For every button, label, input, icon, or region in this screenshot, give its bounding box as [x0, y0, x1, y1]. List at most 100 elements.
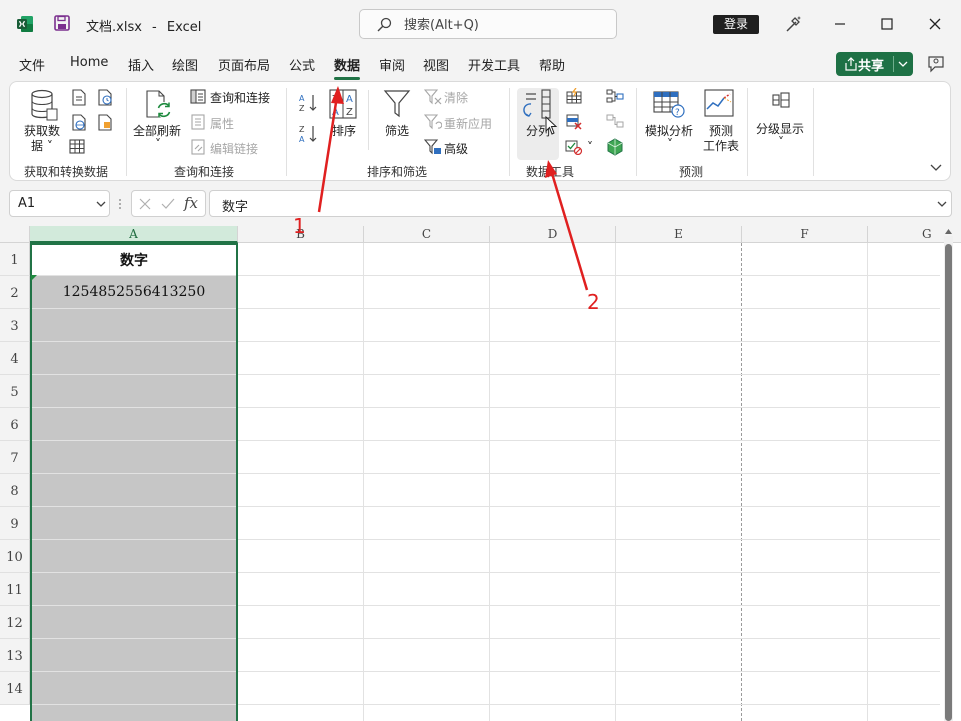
- data-validation-icon[interactable]: [565, 139, 583, 155]
- outline-dropdown[interactable]: ˅: [778, 135, 784, 149]
- data-model-icon[interactable]: [606, 138, 624, 156]
- row-header-8[interactable]: 8: [0, 474, 30, 507]
- get-data-label-2[interactable]: 据 ˅: [31, 137, 53, 154]
- worksheet-grid[interactable]: A B C D E F G 1 2 3 4 5 6 7 8 9 10 11 12…: [0, 226, 961, 721]
- minimize-icon[interactable]: [830, 14, 850, 34]
- filter-button[interactable]: 筛选: [385, 122, 409, 139]
- select-all-corner[interactable]: [0, 226, 30, 243]
- reapply-icon: [424, 114, 442, 130]
- queries-connections-button[interactable]: 查询和连接: [210, 89, 270, 106]
- group-label-data-tools: 数据工具: [526, 165, 575, 179]
- column-header-c[interactable]: C: [364, 226, 490, 243]
- maximize-icon[interactable]: [877, 14, 897, 34]
- row-header-11[interactable]: 11: [0, 573, 30, 606]
- chevron-down-icon[interactable]: [96, 201, 106, 207]
- vertical-scrollbar-thumb[interactable]: [945, 244, 952, 721]
- reapply-button[interactable]: 重新应用: [444, 115, 492, 132]
- vertical-scrollbar[interactable]: [944, 236, 953, 721]
- scroll-up-icon[interactable]: [945, 229, 952, 234]
- column-header-e[interactable]: E: [616, 226, 742, 243]
- name-box[interactable]: A1: [9, 190, 110, 217]
- what-if-analysis-icon[interactable]: ?: [653, 89, 685, 119]
- row-header-12[interactable]: 12: [0, 606, 30, 639]
- tab-view[interactable]: 视图: [423, 55, 449, 74]
- enter-check-icon[interactable]: [161, 198, 175, 210]
- row-header-7[interactable]: 7: [0, 441, 30, 474]
- advanced-filter-icon: [424, 139, 441, 155]
- annotation-label-1: 1: [293, 214, 306, 238]
- row-header-4[interactable]: 4: [0, 342, 30, 375]
- data-validation-dropdown[interactable]: ˅: [587, 140, 593, 154]
- row-header-13[interactable]: 13: [0, 639, 30, 672]
- tab-developer[interactable]: 开发工具: [468, 55, 520, 74]
- forecast-sheet-button-2[interactable]: 工作表: [703, 137, 739, 154]
- tab-review[interactable]: 审阅: [379, 55, 405, 74]
- chevron-down-icon[interactable]: [898, 61, 908, 67]
- database-icon[interactable]: [30, 89, 58, 121]
- column-header-d[interactable]: D: [490, 226, 616, 243]
- from-table-icon[interactable]: [69, 139, 85, 154]
- tab-formulas[interactable]: 公式: [289, 55, 315, 74]
- magic-wand-icon[interactable]: [783, 14, 803, 34]
- tab-data[interactable]: 数据: [334, 55, 361, 80]
- sort-ascending-icon[interactable]: A Z: [298, 93, 320, 113]
- close-icon[interactable]: [925, 14, 945, 34]
- forecast-sheet-icon[interactable]: [704, 89, 734, 117]
- row-header-5[interactable]: 5: [0, 375, 30, 408]
- row-header-6[interactable]: 6: [0, 408, 30, 441]
- tab-home[interactable]: Home: [70, 55, 108, 70]
- row-header-2[interactable]: 2: [0, 276, 30, 309]
- formula-input[interactable]: 数字: [209, 190, 952, 217]
- sort-button[interactable]: 排序: [332, 122, 356, 139]
- edit-links-button[interactable]: 编辑链接: [210, 140, 258, 157]
- row-header-14[interactable]: 14: [0, 672, 30, 705]
- search-box[interactable]: [359, 9, 617, 39]
- tab-insert[interactable]: 插入: [128, 55, 154, 74]
- column-header-a[interactable]: A: [30, 226, 238, 243]
- what-if-dropdown[interactable]: ˅: [667, 137, 673, 151]
- column-header-f[interactable]: F: [742, 226, 868, 243]
- mouse-cursor-icon: [545, 116, 558, 135]
- from-text-icon[interactable]: [71, 89, 87, 106]
- share-button[interactable]: 共享: [836, 52, 913, 76]
- login-button[interactable]: 登录: [713, 15, 759, 34]
- flash-fill-icon[interactable]: [566, 88, 582, 104]
- clear-button[interactable]: 清除: [444, 89, 468, 106]
- tab-draw[interactable]: 绘图: [172, 55, 198, 74]
- row-header-9[interactable]: 9: [0, 507, 30, 540]
- advanced-button[interactable]: 高级: [444, 140, 468, 157]
- search-input[interactable]: [404, 15, 604, 35]
- sort-icon[interactable]: A Z Z A: [329, 89, 357, 119]
- collapse-ribbon-icon[interactable]: [930, 164, 942, 172]
- error-indicator-icon[interactable]: [31, 275, 37, 281]
- row-header-10[interactable]: 10: [0, 540, 30, 573]
- tab-help[interactable]: 帮助: [539, 55, 565, 74]
- save-icon[interactable]: [54, 15, 70, 31]
- row-header-3[interactable]: 3: [0, 309, 30, 342]
- remove-duplicates-icon[interactable]: [566, 114, 582, 130]
- svg-text:A: A: [299, 135, 305, 144]
- text-to-columns-icon[interactable]: [521, 89, 555, 119]
- outline-icon[interactable]: [772, 92, 790, 108]
- tab-page-layout[interactable]: 页面布局: [218, 55, 270, 74]
- recent-sources-icon[interactable]: [97, 89, 113, 106]
- ribbon-separator: [509, 88, 510, 176]
- svg-text:A: A: [346, 94, 353, 105]
- formula-bar-grip-icon[interactable]: [118, 198, 122, 210]
- insert-function-button[interactable]: fx: [184, 194, 198, 212]
- filter-icon[interactable]: [383, 89, 411, 119]
- existing-connections-icon[interactable]: [97, 114, 113, 131]
- refresh-all-dropdown[interactable]: ˅: [155, 137, 161, 151]
- svg-text:Z: Z: [299, 104, 305, 113]
- row-header-1[interactable]: 1: [0, 243, 30, 276]
- cancel-icon[interactable]: [139, 198, 151, 210]
- comments-icon[interactable]: [926, 54, 946, 74]
- consolidate-icon[interactable]: [606, 89, 624, 104]
- tab-file[interactable]: 文件: [19, 55, 45, 74]
- sort-descending-icon[interactable]: Z A: [298, 124, 320, 144]
- refresh-all-icon[interactable]: [143, 89, 175, 121]
- expand-formula-icon[interactable]: [937, 201, 947, 207]
- from-web-icon[interactable]: [71, 114, 87, 131]
- properties-button[interactable]: 属性: [210, 115, 234, 132]
- svg-text:?: ?: [675, 108, 680, 118]
